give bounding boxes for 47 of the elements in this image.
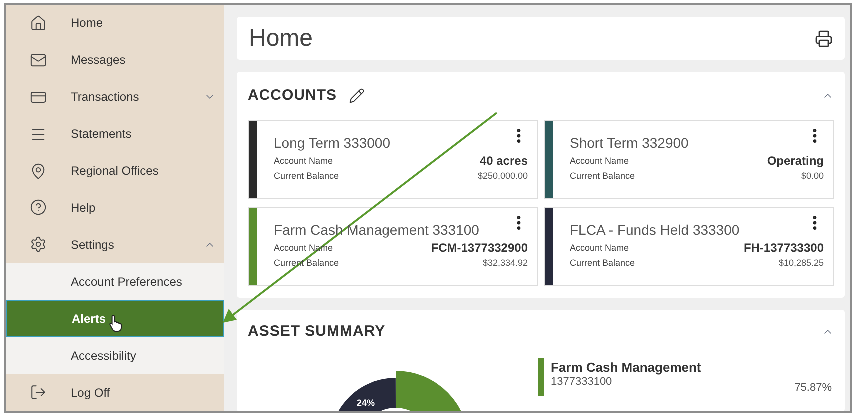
- map-pin-icon: [30, 162, 47, 180]
- sidebar-item[interactable]: Help: [6, 190, 224, 226]
- field-label: Current Balance: [570, 170, 636, 183]
- sidebar-item[interactable]: Home: [6, 5, 224, 42]
- section-title: ACCOUNTS: [248, 86, 337, 106]
- field-label: Current Balance: [570, 257, 636, 270]
- sidebar-item[interactable]: Regional Offices: [6, 152, 224, 190]
- mail-icon: [30, 52, 47, 69]
- account-title: Farm Cash Management 333100: [274, 221, 480, 240]
- sidebar-item[interactable]: Settings: [6, 226, 224, 264]
- account-card[interactable]: Short Term 332900 Account Name Current Balance Operating $0.00: [544, 120, 834, 199]
- legend-percent: 75.87%: [794, 380, 832, 396]
- field-label: Account Name: [570, 242, 630, 255]
- sidebar-item[interactable]: Log Off: [6, 374, 224, 411]
- balance-value: $0.00: [801, 170, 824, 183]
- sidebar-item[interactable]: Messages: [6, 42, 224, 79]
- submenu-item[interactable]: Account Preferences: [6, 263, 224, 300]
- help-icon: [30, 199, 47, 216]
- field-label: Current Balance: [274, 170, 340, 183]
- account-title: Long Term 333000: [274, 134, 390, 153]
- page-title: Home: [249, 24, 314, 54]
- account-card[interactable]: Long Term 333000 Account Name Current Balance 40 acres $250,000.00: [248, 120, 538, 199]
- sidebar-item[interactable]: Transactions: [6, 78, 224, 116]
- balance-value: $10,285.25: [778, 257, 824, 270]
- account-card[interactable]: FLCA - Funds Held 333300 Account Name Current Balance FH-137733300 $10,285.25: [544, 207, 834, 286]
- submenu-item[interactable]: Alerts: [6, 300, 224, 338]
- print-icon[interactable]: [815, 30, 833, 48]
- field-label: Account Name: [570, 155, 630, 168]
- account-name-value: 40 acres: [480, 154, 528, 169]
- account-title: FLCA - Funds Held 333300: [570, 221, 740, 240]
- pointer-cursor-icon: [109, 314, 124, 332]
- legend-title: Farm Cash Management: [551, 361, 702, 375]
- account-name-value: FCM-1377332900: [431, 241, 528, 256]
- home-icon: [30, 14, 47, 32]
- account-name-value: Operating: [767, 154, 824, 169]
- submenu-item[interactable]: Accessibility: [6, 337, 224, 374]
- balance-value: $250,000.00: [478, 170, 528, 183]
- field-label: Account Name: [274, 155, 334, 168]
- logout-icon: [30, 384, 47, 402]
- edit-icon[interactable]: [349, 88, 365, 104]
- settings-icon: [30, 236, 47, 254]
- section-title: ASSET SUMMARY: [248, 322, 386, 342]
- account-title: Short Term 332900: [570, 134, 689, 153]
- account-name-value: FH-137733300: [744, 241, 824, 256]
- legend-number: 1377333100: [551, 375, 614, 389]
- sidebar-item[interactable]: Statements: [6, 116, 224, 153]
- balance-value: $32,334.92: [482, 257, 528, 270]
